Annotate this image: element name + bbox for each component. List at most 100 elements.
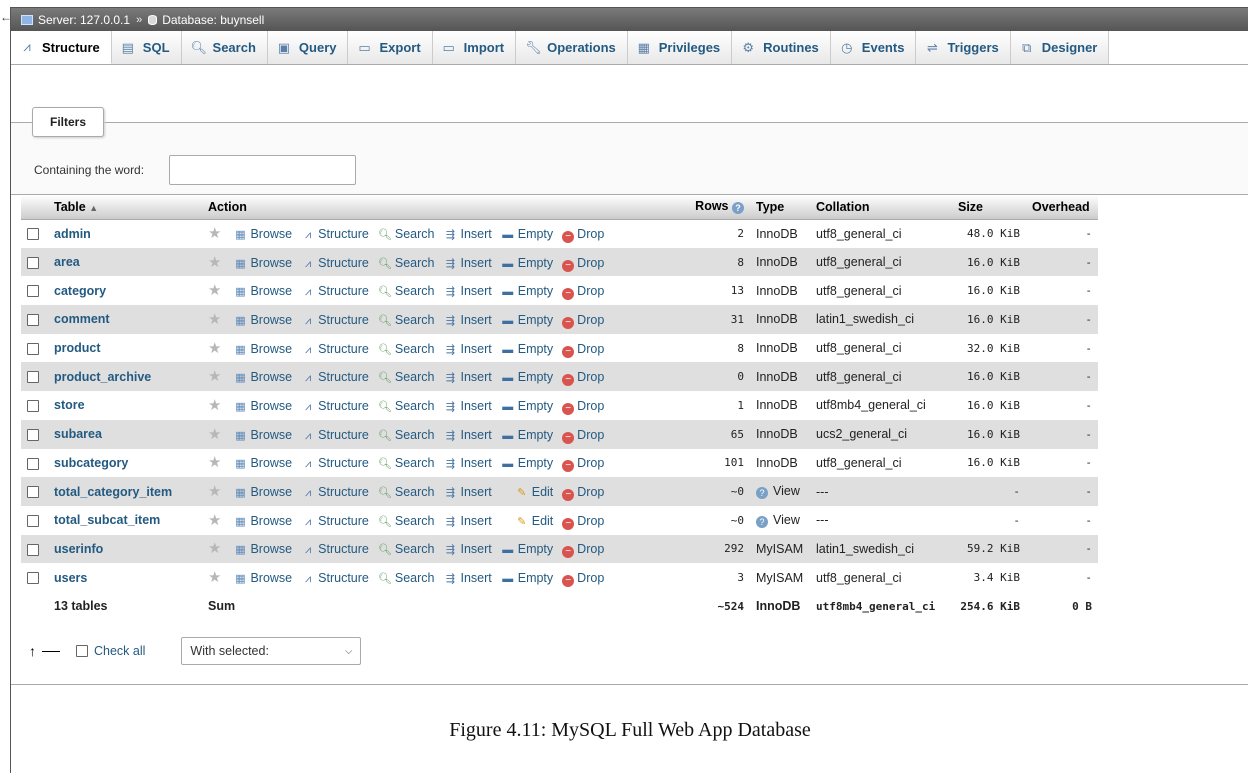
star-icon[interactable]: ★ <box>208 340 221 357</box>
action-browse[interactable]: ▦ Browse <box>233 542 292 556</box>
action-drop[interactable]: − Drop <box>562 571 604 588</box>
action-search[interactable]: 🔍︎ Search <box>378 542 435 556</box>
action-empty[interactable]: ▬ Empty <box>501 456 553 470</box>
table-name[interactable]: category <box>48 276 202 306</box>
action-structure[interactable]: ⩘ Structure <box>301 370 369 384</box>
table-name[interactable]: users <box>48 563 202 592</box>
table-name[interactable]: comment <box>48 305 202 334</box>
tab-import[interactable]: ▭ Import <box>432 31 517 64</box>
action-empty[interactable]: ▬ Empty <box>501 428 553 442</box>
action-empty[interactable]: ▬ Empty <box>501 571 553 585</box>
table-name[interactable]: subcategory <box>48 448 202 478</box>
row-checkbox[interactable] <box>27 543 39 556</box>
action-browse[interactable]: ▦ Browse <box>233 456 292 470</box>
action-browse[interactable]: ▦ Browse <box>233 313 292 327</box>
action-drop[interactable]: − Drop <box>562 399 604 415</box>
action-empty[interactable]: ▬ Empty <box>501 313 553 327</box>
star-icon[interactable]: ★ <box>208 282 221 299</box>
table-name[interactable]: product_archive <box>48 362 202 392</box>
action-edit[interactable]: ✎ Edit <box>515 485 553 499</box>
row-checkbox[interactable] <box>27 428 39 441</box>
row-checkbox[interactable] <box>27 285 39 298</box>
action-structure[interactable]: ⩘ Structure <box>301 284 369 298</box>
action-drop[interactable]: − Drop <box>562 542 604 559</box>
action-browse[interactable]: ▦ Browse <box>233 342 292 356</box>
with-selected-select[interactable]: With selected: ⌵ <box>181 637 362 665</box>
action-empty[interactable]: ▬ Empty <box>501 227 553 241</box>
tab-routines[interactable]: ⚙ Routines <box>732 31 831 64</box>
action-edit[interactable]: ✎ Edit <box>515 514 553 528</box>
star-icon[interactable]: ★ <box>208 426 221 443</box>
table-name[interactable]: product <box>48 333 202 363</box>
action-search[interactable]: 🔍︎ Search <box>378 313 435 327</box>
action-insert[interactable]: ⇶ Insert <box>443 284 492 298</box>
star-icon[interactable]: ★ <box>208 512 221 529</box>
help-icon[interactable]: ? <box>756 515 768 528</box>
action-search[interactable]: 🔍︎ Search <box>378 456 435 470</box>
action-drop[interactable]: − Drop <box>562 284 604 301</box>
action-drop[interactable]: − Drop <box>562 227 604 244</box>
tab-designer[interactable]: ⧉ Designer <box>1010 31 1110 64</box>
breadcrumb-database[interactable]: Database: buynsell <box>162 13 264 27</box>
row-checkbox[interactable] <box>27 400 39 413</box>
check-all-label[interactable]: Check all <box>94 644 145 658</box>
action-structure[interactable]: ⩘ Structure <box>301 456 369 470</box>
action-browse[interactable]: ▦ Browse <box>233 514 292 528</box>
action-search[interactable]: 🔍︎ Search <box>378 256 435 270</box>
help-icon[interactable]: ? <box>756 487 768 500</box>
action-browse[interactable]: ▦ Browse <box>233 284 292 298</box>
action-structure[interactable]: ⩘ Structure <box>301 399 369 413</box>
table-name[interactable]: total_category_item <box>48 477 202 506</box>
action-search[interactable]: 🔍︎ Search <box>378 227 435 241</box>
star-icon[interactable]: ★ <box>208 569 221 586</box>
tab-events[interactable]: ◷ Events <box>830 31 917 64</box>
action-insert[interactable]: ⇶ Insert <box>443 256 492 270</box>
row-checkbox[interactable] <box>27 314 39 327</box>
star-icon[interactable]: ★ <box>208 540 221 557</box>
action-browse[interactable]: ▦ Browse <box>233 227 292 241</box>
star-icon[interactable]: ★ <box>208 368 221 385</box>
action-empty[interactable]: ▬ Empty <box>501 342 553 356</box>
row-checkbox[interactable] <box>27 256 39 269</box>
action-empty[interactable]: ▬ Empty <box>501 256 553 270</box>
action-search[interactable]: 🔍︎ Search <box>378 428 435 442</box>
tab-export[interactable]: ▭ Export <box>348 31 433 64</box>
tab-privileges[interactable]: ▦ Privileges <box>627 31 733 64</box>
action-structure[interactable]: ⩘ Structure <box>301 342 369 356</box>
action-browse[interactable]: ▦ Browse <box>233 370 292 384</box>
action-structure[interactable]: ⩘ Structure <box>301 571 369 585</box>
row-checkbox[interactable] <box>27 486 39 499</box>
action-drop[interactable]: − Drop <box>562 256 604 272</box>
action-structure[interactable]: ⩘ Structure <box>301 542 369 556</box>
action-drop[interactable]: − Drop <box>562 428 604 444</box>
action-search[interactable]: 🔍︎ Search <box>378 485 435 499</box>
table-name[interactable]: subarea <box>48 419 202 449</box>
star-icon[interactable]: ★ <box>208 225 221 242</box>
action-insert[interactable]: ⇶ Insert <box>443 313 492 327</box>
header-table[interactable]: Table ▲ <box>48 195 202 220</box>
action-browse[interactable]: ▦ Browse <box>233 399 292 413</box>
action-search[interactable]: 🔍︎ Search <box>378 571 435 585</box>
row-checkbox[interactable] <box>27 371 39 384</box>
action-structure[interactable]: ⩘ Structure <box>301 428 369 442</box>
action-drop[interactable]: − Drop <box>562 342 604 358</box>
action-browse[interactable]: ▦ Browse <box>233 256 292 270</box>
table-name[interactable]: total_subcat_item <box>48 505 202 535</box>
action-browse[interactable]: ▦ Browse <box>233 485 292 499</box>
table-name[interactable]: area <box>48 247 202 277</box>
action-structure[interactable]: ⩘ Structure <box>301 227 369 241</box>
filter-input[interactable] <box>169 155 356 185</box>
action-insert[interactable]: ⇶ Insert <box>443 542 492 556</box>
header-size[interactable]: Size <box>952 195 1026 220</box>
header-collation[interactable]: Collation <box>810 195 952 220</box>
tab-query[interactable]: ▣ Query <box>267 31 349 64</box>
tab-structure[interactable]: ⩘ Structure <box>11 31 112 64</box>
row-checkbox[interactable] <box>27 572 39 585</box>
row-checkbox[interactable] <box>27 514 39 527</box>
action-insert[interactable]: ⇶ Insert <box>443 456 492 470</box>
star-icon[interactable]: ★ <box>208 311 221 328</box>
table-name[interactable]: store <box>48 391 202 420</box>
action-search[interactable]: 🔍︎ Search <box>378 342 435 356</box>
action-search[interactable]: 🔍︎ Search <box>378 399 435 413</box>
back-arrow-icon[interactable]: ← <box>0 7 12 27</box>
